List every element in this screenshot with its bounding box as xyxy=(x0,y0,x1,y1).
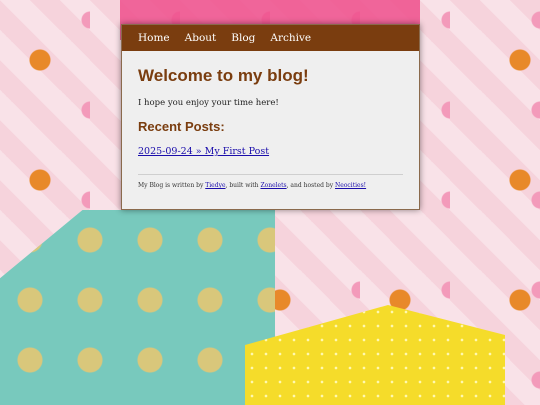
divider xyxy=(138,174,403,175)
nav-item-home[interactable]: Home xyxy=(138,32,170,44)
background-quilt-teal xyxy=(0,210,275,405)
footer-author-link[interactable]: Tiedye xyxy=(205,182,225,189)
footer-text: , built with xyxy=(225,182,261,189)
nav-item-archive[interactable]: Archive xyxy=(270,32,311,44)
footer-text: , and hosted by xyxy=(286,182,336,189)
page-title: Welcome to my blog! xyxy=(138,66,309,85)
footer: My Blog is written by Tiedye, built with… xyxy=(138,182,403,189)
nav-item-about[interactable]: About xyxy=(185,32,217,44)
post-link[interactable]: 2025-09-24 » My First Post xyxy=(138,146,403,157)
background-quilt-yellow xyxy=(245,305,505,405)
intro-text: I hope you enjoy your time here! xyxy=(138,98,279,108)
nav-bar: Home About Blog Archive xyxy=(122,25,419,51)
recent-posts-heading: Recent Posts: xyxy=(138,119,225,134)
blog-container: Home About Blog Archive Welcome to my bl… xyxy=(121,24,420,210)
footer-text: My Blog is written by xyxy=(138,182,206,189)
main-content: Welcome to my blog! I hope you enjoy you… xyxy=(122,66,419,189)
nav-item-blog[interactable]: Blog xyxy=(231,32,255,44)
footer-zonelets-link[interactable]: Zonelets xyxy=(260,182,286,189)
footer-neocities-link[interactable]: Neocities! xyxy=(335,182,366,189)
